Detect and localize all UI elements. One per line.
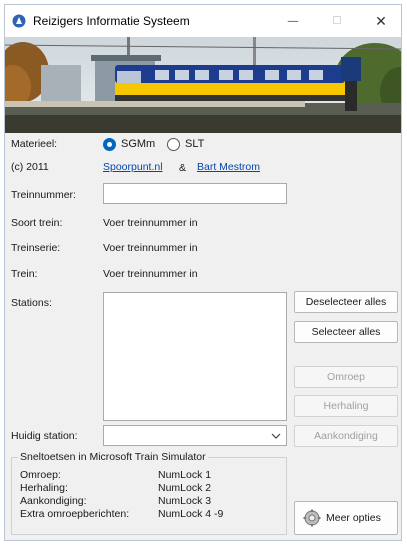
shortcut-action-aankondiging: Aankondiging: (20, 495, 87, 507)
treinnummer-input[interactable] (103, 183, 287, 204)
shortcut-action-herhaling: Herhaling: (20, 482, 68, 494)
treinserie-value: Voer treinnummer in (103, 242, 198, 254)
omroep-button[interactable]: Omroep (294, 366, 398, 388)
meer-opties-label: Meer opties (326, 512, 381, 524)
shortcut-action-extra: Extra omroepberichten: (20, 508, 130, 520)
close-button[interactable]: ✕ (359, 5, 403, 37)
treinserie-label: Treinserie: (11, 242, 61, 254)
title-bar[interactable]: Reizigers Informatie Systeem — ☐ ✕ (5, 5, 401, 37)
shortcut-action-omroep: Omroep: (20, 469, 61, 481)
aankondiging-button[interactable]: Aankondiging (294, 425, 398, 447)
shortcut-key-extra: NumLock 4 -9 (158, 508, 224, 520)
soort-trein-value: Voer treinnummer in (103, 217, 198, 229)
train-banner-image (5, 37, 401, 133)
main-window: Reizigers Informatie Systeem — ☐ ✕ Mater… (4, 4, 402, 541)
sneltoetsen-title: Sneltoetsen in Microsoft Train Simulator (18, 451, 208, 463)
copyright-text: (c) 2011 (11, 161, 49, 173)
huidig-station-dropdown[interactable] (103, 425, 287, 446)
bart-mestrom-link[interactable]: Bart Mestrom (197, 161, 260, 173)
radio-slt[interactable] (167, 138, 180, 151)
huidig-station-label: Huidig station: (11, 430, 78, 442)
credits-separator: & (179, 162, 187, 174)
stations-listbox[interactable] (103, 292, 287, 421)
maximize-button[interactable]: ☐ (315, 5, 359, 37)
shortcut-key-omroep: NumLock 1 (158, 469, 212, 481)
treinnummer-label: Treinnummer: (11, 189, 76, 201)
spoorpunt-link[interactable]: Spoorpunt.nl (103, 161, 163, 173)
chevron-down-icon (271, 433, 281, 439)
selecteer-alles-button[interactable]: Selecteer alles (294, 321, 398, 343)
meer-opties-button[interactable]: Meer opties (294, 501, 398, 535)
stations-label: Stations: (11, 297, 52, 309)
shortcut-key-herhaling: NumLock 2 (158, 482, 212, 494)
trein-value: Voer treinnummer in (103, 268, 198, 280)
soort-trein-label: Soort trein: (11, 217, 63, 229)
deselecteer-alles-button[interactable]: Deselecteer alles (294, 291, 398, 313)
train-app-icon (12, 14, 26, 28)
trein-label: Trein: (11, 268, 38, 280)
minimize-button[interactable]: — (271, 5, 315, 37)
radio-sgmm-label[interactable]: SGMm (121, 138, 155, 150)
materieel-label: Materieel: (11, 138, 58, 150)
sneltoetsen-groupbox: Sneltoetsen in Microsoft Train Simulator… (11, 451, 287, 535)
shortcut-key-aankondiging: NumLock 3 (158, 495, 212, 507)
radio-slt-label[interactable]: SLT (185, 138, 204, 150)
radio-sgmm[interactable] (103, 138, 116, 151)
window-title: Reizigers Informatie Systeem (33, 14, 190, 28)
gear-icon (303, 509, 321, 527)
herhaling-button[interactable]: Herhaling (294, 395, 398, 417)
